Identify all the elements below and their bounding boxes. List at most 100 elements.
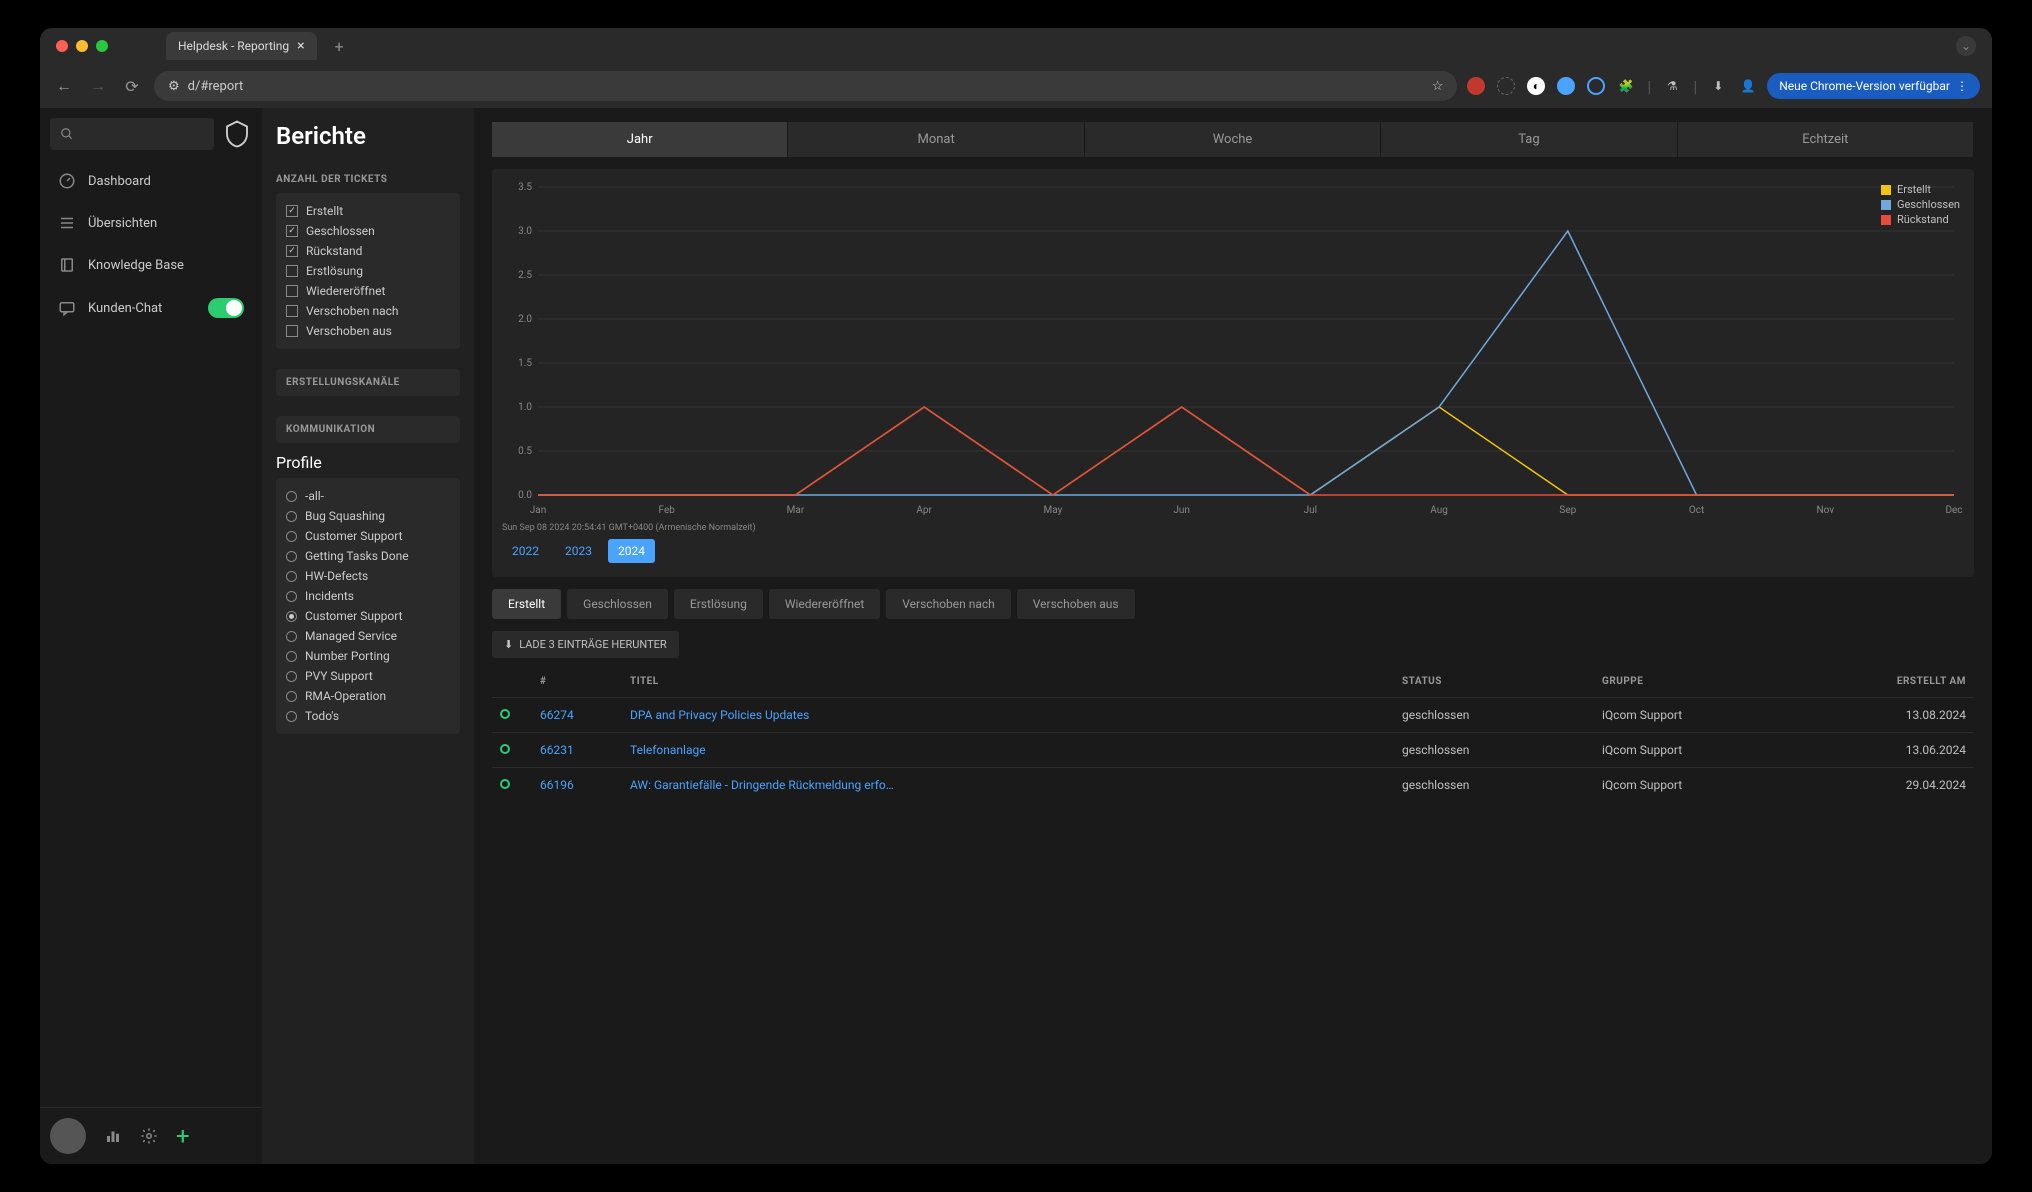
browser-tab[interactable]: Helpdesk - Reporting × <box>166 32 317 60</box>
table-row[interactable]: 66274 DPA and Privacy Policies Updates g… <box>492 698 1974 733</box>
site-settings-icon[interactable]: ⚙ <box>168 79 180 94</box>
time-tab-monat[interactable]: Monat <box>788 122 1084 157</box>
legend-item[interactable]: Geschlossen <box>1881 198 1960 211</box>
checkbox-erstlösung[interactable]: Erstlösung <box>286 261 450 281</box>
table-row[interactable]: 66231 Telefonanlage geschlossen iQcom Su… <box>492 733 1974 768</box>
status-tab-verschoben-aus[interactable]: Verschoben aus <box>1017 589 1135 619</box>
ticket-id[interactable]: 66231 <box>532 733 622 768</box>
year-button[interactable]: 2023 <box>555 539 602 563</box>
downloads-icon[interactable]: ⬇ <box>1709 77 1727 95</box>
status-tab-erstellt[interactable]: Erstellt <box>492 589 561 619</box>
col-created[interactable]: ERSTELLT AM <box>1834 666 1974 698</box>
extension-icon[interactable]: ◐ <box>1527 77 1545 95</box>
chart-legend: Erstellt Geschlossen Rückstand <box>1881 183 1960 228</box>
extensions-button[interactable]: 🧩 <box>1617 77 1635 95</box>
status-tab-erstlösung[interactable]: Erstlösung <box>674 589 763 619</box>
bookmark-icon[interactable]: ☆ <box>1432 79 1444 94</box>
sidebar-item-übersichten[interactable]: Übersichten <box>40 202 262 244</box>
ticket-id[interactable]: 66274 <box>532 698 622 733</box>
time-tab-tag[interactable]: Tag <box>1381 122 1677 157</box>
chrome-update-button[interactable]: Neue Chrome-Version verfügbar ⋮ <box>1767 73 1980 99</box>
settings-icon[interactable] <box>140 1127 158 1145</box>
checkbox-verschoben-nach[interactable]: Verschoben nach <box>286 301 450 321</box>
minimize-window[interactable] <box>76 40 88 52</box>
checkbox-rückstand[interactable]: Rückstand <box>286 241 450 261</box>
radio-icon <box>286 551 297 562</box>
ticket-status: geschlossen <box>1394 733 1594 768</box>
address-bar[interactable]: ⚙ d/#report ☆ <box>154 71 1457 101</box>
radio-profile[interactable]: RMA-Operation <box>286 686 450 706</box>
extension-icon[interactable] <box>1467 77 1485 95</box>
stats-icon[interactable] <box>104 1127 122 1145</box>
legend-item[interactable]: Erstellt <box>1881 183 1960 196</box>
status-tab-wiedereröffnet[interactable]: Wiedereröffnet <box>769 589 880 619</box>
extension-icon[interactable] <box>1497 77 1515 95</box>
status-tab-verschoben-nach[interactable]: Verschoben nach <box>886 589 1011 619</box>
add-button[interactable]: + <box>176 1122 190 1150</box>
col-title[interactable]: TITEL <box>622 666 1394 698</box>
year-button[interactable]: 2022 <box>502 539 549 563</box>
time-tab-echtzeit[interactable]: Echtzeit <box>1678 122 1974 157</box>
sidebar-item-dashboard[interactable]: Dashboard <box>40 160 262 202</box>
new-tab-button[interactable]: + <box>335 37 344 56</box>
checkbox-geschlossen[interactable]: Geschlossen <box>286 221 450 241</box>
checkbox-verschoben-aus[interactable]: Verschoben aus <box>286 321 450 341</box>
app-logo-icon <box>222 119 252 149</box>
ticket-title[interactable]: DPA and Privacy Policies Updates <box>622 698 1394 733</box>
ticket-id[interactable]: 66196 <box>532 768 622 803</box>
checkbox-icon <box>286 205 298 217</box>
radio-profile[interactable]: PVY Support <box>286 666 450 686</box>
user-avatar[interactable] <box>50 1118 86 1154</box>
url-text: d/#report <box>188 79 244 94</box>
year-button[interactable]: 2024 <box>608 539 655 563</box>
filter-header-channels[interactable]: ERSTELLUNGSKANÄLE <box>286 377 450 388</box>
radio-profile[interactable]: Incidents <box>286 586 450 606</box>
back-button[interactable]: ← <box>52 74 76 98</box>
sidebar-item-knowledge-base[interactable]: Knowledge Base <box>40 244 262 286</box>
col-number[interactable]: # <box>532 666 622 698</box>
legend-item[interactable]: Rückstand <box>1881 213 1960 226</box>
sidebar-item-kunden-chat[interactable]: Kunden-Chat <box>40 286 262 330</box>
page-title: Berichte <box>262 122 474 164</box>
col-group[interactable]: GRUPPE <box>1594 666 1834 698</box>
filter-header-communication[interactable]: KOMMUNIKATION <box>286 424 450 435</box>
profile-icon[interactable]: 👤 <box>1739 77 1757 95</box>
book-icon <box>58 256 76 274</box>
close-tab-icon[interactable]: × <box>297 38 304 54</box>
radio-profile[interactable]: Getting Tasks Done <box>286 546 450 566</box>
reload-button[interactable]: ⟳ <box>120 74 144 98</box>
forward-button[interactable]: → <box>86 74 110 98</box>
tab-dropdown-icon[interactable]: ⌄ <box>1956 36 1976 56</box>
checkbox-wiedereröffnet[interactable]: Wiedereröffnet <box>286 281 450 301</box>
main-content: JahrMonatWocheTagEchtzeit ErstelltGeschl… <box>474 108 1992 1164</box>
download-button[interactable]: ⬇ LADE 3 EINTRÄGE HERUNTER <box>492 631 679 658</box>
extension-icon[interactable] <box>1557 77 1575 95</box>
extension-icon[interactable] <box>1587 77 1605 95</box>
checkbox-erstellt[interactable]: Erstellt <box>286 201 450 221</box>
app-sidebar: DashboardÜbersichtenKnowledge BaseKunden… <box>40 108 262 1164</box>
browser-titlebar: Helpdesk - Reporting × + ⌄ <box>40 28 1992 64</box>
close-window[interactable] <box>56 40 68 52</box>
radio-profile[interactable]: Bug Squashing <box>286 506 450 526</box>
time-tab-jahr[interactable]: Jahr <box>492 122 788 157</box>
radio-profile[interactable]: Managed Service <box>286 626 450 646</box>
search-input[interactable] <box>50 118 214 150</box>
ticket-title[interactable]: AW: Garantiefälle - Dringende Rückmeldun… <box>622 768 1394 803</box>
radio-profile[interactable]: Number Porting <box>286 646 450 666</box>
svg-text:3.5: 3.5 <box>518 182 532 193</box>
browser-toolbar: ← → ⟳ ⚙ d/#report ☆ ◐ 🧩 | ⚗ | ⬇ 👤 Neue C… <box>40 64 1992 108</box>
table-row[interactable]: 66196 AW: Garantiefälle - Dringende Rück… <box>492 768 1974 803</box>
svg-text:Nov: Nov <box>1816 505 1834 516</box>
time-tab-woche[interactable]: Woche <box>1085 122 1381 157</box>
status-tab-geschlossen[interactable]: Geschlossen <box>567 589 668 619</box>
chat-toggle[interactable] <box>208 298 244 318</box>
labs-icon[interactable]: ⚗ <box>1663 77 1681 95</box>
ticket-title[interactable]: Telefonanlage <box>622 733 1394 768</box>
radio-profile[interactable]: Todo's <box>286 706 450 726</box>
radio-profile[interactable]: HW-Defects <box>286 566 450 586</box>
maximize-window[interactable] <box>96 40 108 52</box>
radio-profile[interactable]: Customer Support <box>286 526 450 546</box>
radio-profile[interactable]: -all- <box>286 486 450 506</box>
radio-profile[interactable]: Customer Support <box>286 606 450 626</box>
col-status[interactable]: STATUS <box>1394 666 1594 698</box>
